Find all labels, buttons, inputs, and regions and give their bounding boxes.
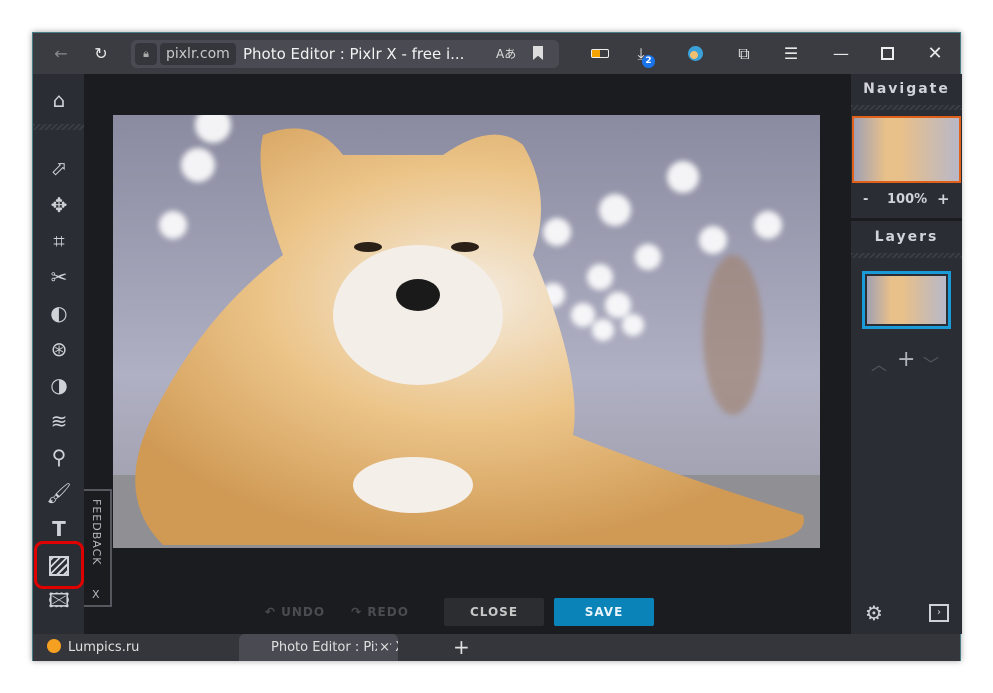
maximize-icon[interactable] xyxy=(881,47,894,60)
url-page-title: Photo Editor : Pixlr X - free i... xyxy=(243,45,465,63)
weather-icon[interactable] xyxy=(688,46,703,61)
layer-thumbnail xyxy=(867,276,946,324)
navigator-thumbnail[interactable] xyxy=(852,116,961,183)
tab-label: Lumpics.ru xyxy=(68,640,140,655)
divider xyxy=(851,105,962,110)
arrange-icon[interactable]: ⬀ xyxy=(46,155,72,181)
reload-icon[interactable]: ↻ xyxy=(90,43,112,65)
move-icon[interactable]: ✥ xyxy=(46,192,72,218)
undo-button[interactable]: ↶ UNDO xyxy=(255,598,335,626)
adjust-icon[interactable]: ◐ xyxy=(46,300,72,326)
brush-icon[interactable]: 🖌︎ xyxy=(46,480,72,506)
add-image-icon[interactable]: 🖾 xyxy=(46,587,72,613)
layer-up-icon[interactable]: ︿ xyxy=(871,351,887,375)
navigate-title: Navigate xyxy=(863,81,950,97)
tab-bar: Lumpics.ru Photo Editor : Pixlr X - fre×… xyxy=(33,634,960,661)
right-panel: Navigate - 100% + Layers ︿ + ﹀ ⚙ › xyxy=(851,74,962,634)
zoom-out-button[interactable]: - xyxy=(863,192,868,207)
retouch-icon[interactable]: ⚲ xyxy=(46,444,72,470)
back-icon[interactable]: ← xyxy=(50,43,72,65)
canvas-photo[interactable] xyxy=(113,115,820,548)
text-icon[interactable]: T xyxy=(46,516,72,542)
tab-photo-editor[interactable]: Photo Editor : Pixlr X - fre× xyxy=(239,634,398,661)
feedback-close[interactable]: X xyxy=(92,588,101,601)
save-button[interactable]: SAVE xyxy=(554,598,654,626)
orange-favicon-icon xyxy=(47,639,61,653)
layer-down-icon[interactable]: ﹀ xyxy=(923,351,939,375)
tab-lumpics[interactable]: Lumpics.ru xyxy=(47,634,139,661)
crop-icon[interactable]: ⌗ xyxy=(46,228,72,254)
selection-highlight xyxy=(34,541,84,589)
browser-window: ← ↻ 🔒︎ pixlr.com Photo Editor : Pixlr X … xyxy=(32,32,962,661)
redo-label: REDO xyxy=(367,605,409,619)
lock-icon[interactable]: 🔒︎ xyxy=(135,43,157,65)
divider xyxy=(851,218,962,221)
redo-button[interactable]: ↷ REDO xyxy=(340,598,420,626)
filter-icon[interactable]: ⊛ xyxy=(46,336,72,362)
new-tab-button[interactable]: + xyxy=(453,634,470,661)
translate-icon[interactable]: Aあ xyxy=(496,43,516,65)
collections-icon[interactable]: ⧉ xyxy=(733,43,755,65)
effect-icon[interactable]: ◑ xyxy=(46,372,72,398)
zoom-level: 100% xyxy=(887,192,928,207)
layers-title: Layers xyxy=(874,229,939,245)
collapse-panel-icon[interactable]: › xyxy=(929,604,949,622)
download-icon[interactable]: ⤓ 2 xyxy=(630,43,655,68)
home-icon[interactable]: ⌂ xyxy=(46,87,72,113)
tool-sidebar: ⌂ ⬀ ✥ ⌗ ✂ ◐ ⊛ ◑ ≋ ⚲ 🖌︎ T 🖾 xyxy=(33,74,84,634)
minimize-icon[interactable]: — xyxy=(830,43,852,65)
divider xyxy=(851,253,962,258)
add-layer-button[interactable]: + xyxy=(897,347,915,372)
dog-photo xyxy=(113,115,820,548)
downloads-badge: 2 xyxy=(642,55,655,68)
divider xyxy=(33,124,84,130)
bookmark-icon[interactable] xyxy=(533,46,543,60)
url-domain: pixlr.com xyxy=(160,43,236,65)
close-icon[interactable]: ✕ xyxy=(924,43,946,65)
menu-icon[interactable]: ☰ xyxy=(780,43,802,65)
undo-label: UNDO xyxy=(281,605,326,619)
browser-toolbar: ← ↻ 🔒︎ pixlr.com Photo Editor : Pixlr X … xyxy=(33,33,960,74)
liquify-icon[interactable]: ≋ xyxy=(46,408,72,434)
address-bar[interactable]: 🔒︎ pixlr.com Photo Editor : Pixlr X - fr… xyxy=(131,40,559,68)
feedback-label: FEEDBACK xyxy=(90,499,103,566)
tab-close-icon[interactable]: × xyxy=(377,634,390,661)
battery-icon[interactable] xyxy=(591,49,609,58)
close-button[interactable]: CLOSE xyxy=(444,598,544,626)
layer-item[interactable] xyxy=(862,271,951,329)
cutout-scissors-icon[interactable]: ✂ xyxy=(46,264,72,290)
settings-gear-icon[interactable]: ⚙ xyxy=(865,601,883,625)
zoom-in-button[interactable]: + xyxy=(937,190,950,208)
feedback-tab[interactable]: FEEDBACK X xyxy=(84,489,112,607)
